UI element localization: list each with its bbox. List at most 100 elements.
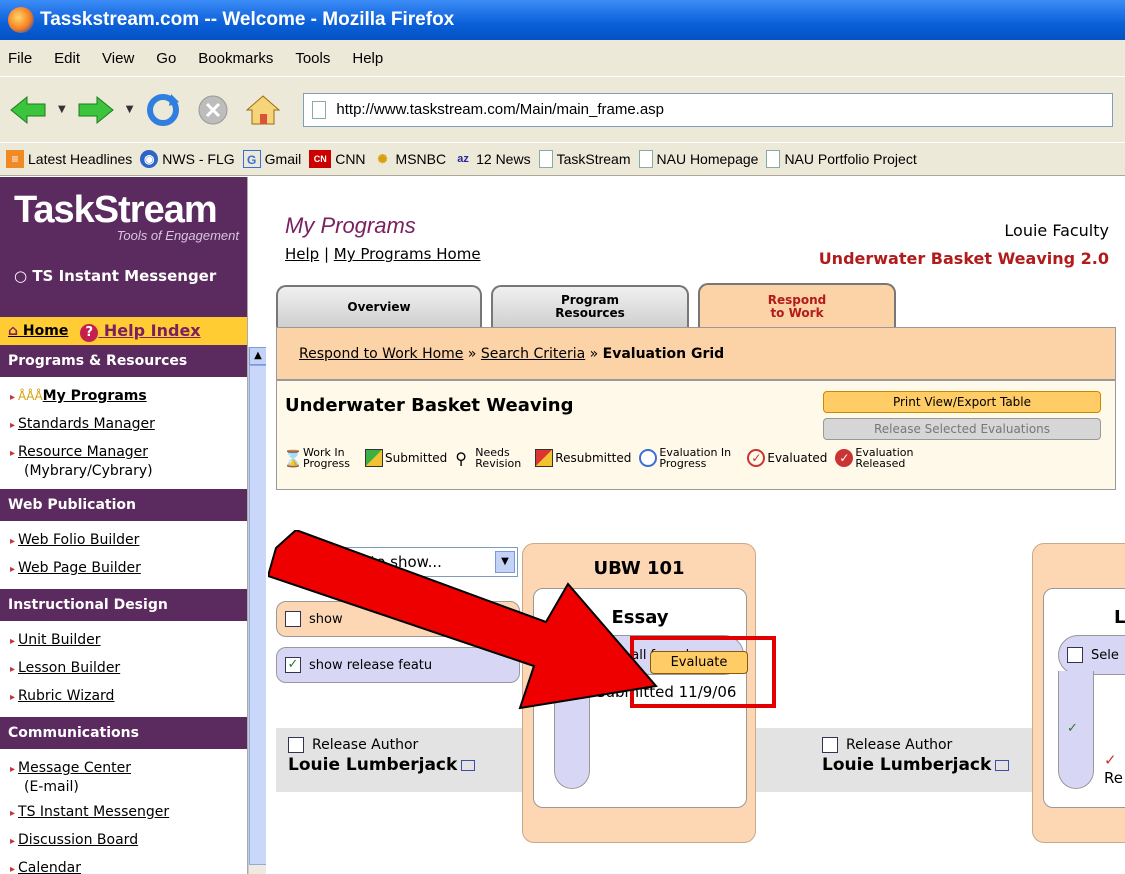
bookmark-nws[interactable]: ◉ NWS - FLG bbox=[140, 150, 235, 168]
bookmark-nau-portfolio[interactable]: NAU Portfolio Project bbox=[766, 150, 917, 168]
release-author-checkbox[interactable] bbox=[288, 737, 304, 753]
sidebar-item-discussion-board[interactable]: ▸ Discussion Board bbox=[10, 827, 247, 855]
selection-strip-2: ✓ bbox=[1058, 671, 1094, 789]
azfamily-icon: az bbox=[457, 153, 469, 165]
show-option-pill[interactable]: show bbox=[276, 601, 520, 637]
back-button[interactable] bbox=[8, 90, 48, 130]
menu-view[interactable]: View bbox=[102, 50, 134, 67]
bullet-icon: ▸ bbox=[10, 808, 16, 819]
back-history-dropdown[interactable]: ▼ bbox=[58, 104, 66, 115]
user-name: Louie Faculty bbox=[1004, 221, 1109, 240]
instructional-design-header: Instructional Design bbox=[0, 589, 247, 621]
hourglass-icon: ⌛ bbox=[283, 449, 303, 468]
stop-button[interactable] bbox=[193, 90, 233, 130]
bookmarks-toolbar: ≡ Latest Headlines ◉ NWS - FLG G Gmail CN CN… bbox=[0, 142, 1125, 176]
msnbc-peacock-icon: ✺ bbox=[377, 152, 388, 166]
evaluated-cell-2: ✓ Re bbox=[1104, 751, 1123, 787]
forward-button[interactable] bbox=[76, 90, 116, 130]
chevron-down-icon[interactable]: ▼ bbox=[495, 551, 515, 573]
show-option-checkbox[interactable] bbox=[285, 611, 301, 627]
sidebar-item-standards-manager[interactable]: ▸ Standards Manager bbox=[10, 411, 247, 439]
scroll-up-arrow-icon[interactable]: ▲ bbox=[249, 347, 267, 365]
tab-respond-to-work[interactable]: Respond to Work bbox=[698, 283, 896, 329]
home-icon bbox=[246, 94, 281, 124]
tab-overview[interactable]: Overview bbox=[276, 285, 482, 327]
release-author-option[interactable]: Release Author bbox=[288, 737, 475, 753]
bullet-icon: ▸ bbox=[10, 564, 16, 575]
sidebar-item-resource-manager[interactable]: ▸ Resource Manager (Mybrary/Cybrary) bbox=[10, 439, 247, 479]
sidebar-item-rubric-wizard[interactable]: ▸ Rubric Wizard bbox=[10, 683, 247, 711]
instant-messenger-link[interactable]: ○ TS Instant Messenger bbox=[14, 269, 247, 284]
release-selected-button[interactable]: Release Selected Evaluations bbox=[823, 418, 1101, 440]
print-export-button[interactable]: Print View/Export Table bbox=[823, 391, 1101, 413]
url-field[interactable]: http://www.taskstream.com/Main/main_fram… bbox=[303, 92, 1114, 127]
release-author-option-2[interactable]: Release Author bbox=[822, 737, 1009, 753]
crumb-evaluation-grid: Evaluation Grid bbox=[602, 345, 725, 362]
page-icon bbox=[312, 100, 327, 119]
sidebar-item-web-folio-builder[interactable]: ▸ Web Folio Builder bbox=[10, 527, 247, 555]
sidebar-item-message-center[interactable]: ▸ Message Center (E-mail) bbox=[10, 755, 247, 795]
bookmark-taskstream[interactable]: TaskStream bbox=[538, 150, 631, 168]
checkmark-circle-icon: ✓ bbox=[747, 449, 766, 467]
menu-bookmarks[interactable]: Bookmarks bbox=[198, 50, 273, 67]
sidebar-item-instant-messenger[interactable]: ▸ TS Instant Messenger bbox=[10, 799, 247, 827]
forward-history-dropdown[interactable]: ▼ bbox=[126, 104, 134, 115]
bookmark-latest-headlines[interactable]: ≡ Latest Headlines bbox=[6, 150, 132, 168]
release-author-checkbox-2[interactable] bbox=[822, 737, 838, 753]
menu-help[interactable]: Help bbox=[352, 50, 383, 67]
sidebar-scrollbar[interactable]: ▲ bbox=[248, 347, 267, 874]
reload-button[interactable] bbox=[143, 90, 183, 130]
web-section: ▸ Web Folio Builder ▸ Web Page Builder bbox=[0, 521, 247, 589]
stop-icon bbox=[198, 95, 228, 124]
scrollbar-thumb[interactable] bbox=[249, 365, 267, 865]
sidebar-item-lesson-builder[interactable]: ▸ Lesson Builder bbox=[10, 655, 247, 683]
cnn-icon: CN bbox=[309, 150, 332, 168]
bookmark-gmail[interactable]: G Gmail bbox=[242, 150, 301, 168]
menu-go[interactable]: Go bbox=[156, 50, 176, 67]
my-programs-home-link[interactable]: My Programs Home bbox=[334, 245, 481, 263]
mail-icon[interactable] bbox=[461, 759, 476, 771]
home-button[interactable] bbox=[243, 90, 283, 130]
legend-evaluated: ✓ Evaluated bbox=[747, 449, 827, 467]
clock-icon bbox=[639, 449, 658, 467]
page-title: My Programs bbox=[285, 213, 416, 238]
menu-edit[interactable]: Edit bbox=[54, 50, 80, 67]
sidebar-item-my-programs[interactable]: ▸ ÅÅÅMy Programs bbox=[10, 383, 247, 411]
select-all-release-2[interactable]: Sele bbox=[1058, 635, 1125, 675]
evaluation-grid-header: Underwater Basket Weaving Print View/Exp… bbox=[276, 380, 1116, 490]
program-name: Underwater Basket Weaving 2.0 bbox=[818, 249, 1109, 268]
select-all-checkbox[interactable] bbox=[563, 647, 579, 663]
help-index-link[interactable]: ? Help Index bbox=[80, 321, 201, 342]
crumb-search-criteria[interactable]: Search Criteria bbox=[481, 346, 585, 362]
sidebar-item-calendar[interactable]: ▸ Calendar bbox=[10, 855, 247, 874]
bullet-icon: ▸ bbox=[10, 420, 16, 431]
reload-icon bbox=[147, 93, 180, 126]
menu-bar: File Edit View Go Bookmarks Tools Help bbox=[0, 40, 1125, 76]
crumb-respond-home[interactable]: Respond to Work Home bbox=[299, 346, 463, 362]
help-link[interactable]: Help bbox=[285, 245, 319, 263]
programs-section: ▸ ÅÅÅMy Programs ▸ Standards Manager ▸ Reso… bbox=[0, 377, 247, 489]
bookmark-msnbc[interactable]: ✺ MSNBC bbox=[374, 150, 447, 168]
select-all-checkbox-2[interactable] bbox=[1067, 647, 1083, 663]
mail-icon[interactable] bbox=[995, 759, 1010, 771]
tab-program-resources[interactable]: Program Resources bbox=[491, 285, 689, 327]
web-publication-header: Web Publication bbox=[0, 489, 247, 521]
show-options-select[interactable]: hat to show... ▼ bbox=[276, 547, 518, 577]
bookmark-cnn[interactable]: CN CNN bbox=[309, 150, 366, 168]
show-release-checkbox[interactable]: ✓ bbox=[285, 657, 301, 673]
author-name: Louie Lumberjack bbox=[288, 755, 458, 775]
bookmark-nau-homepage[interactable]: NAU Homepage bbox=[638, 150, 758, 168]
bullet-icon: ▸ bbox=[10, 448, 16, 459]
checkmark-released-icon: ✓ bbox=[835, 449, 854, 467]
menu-file[interactable]: File bbox=[8, 50, 32, 67]
legend-resubmitted: Resubmitted bbox=[535, 449, 631, 467]
menu-tools[interactable]: Tools bbox=[295, 50, 330, 67]
show-release-features-pill[interactable]: ✓ show release featu bbox=[276, 647, 520, 683]
sidebar: TaskStream Tools of Engagement ○ TS Inst… bbox=[0, 177, 248, 874]
bookmark-12news[interactable]: az 12 News bbox=[454, 150, 530, 168]
sidebar-item-web-page-builder[interactable]: ▸ Web Page Builder bbox=[10, 555, 247, 583]
green-check-icon: ✓ bbox=[1067, 721, 1078, 736]
sidebar-item-unit-builder[interactable]: ▸ Unit Builder bbox=[10, 627, 247, 655]
design-section: ▸ Unit Builder ▸ Lesson Builder ▸ Rubric Wi… bbox=[0, 621, 247, 717]
home-link[interactable]: ⌂ Home bbox=[8, 323, 68, 339]
